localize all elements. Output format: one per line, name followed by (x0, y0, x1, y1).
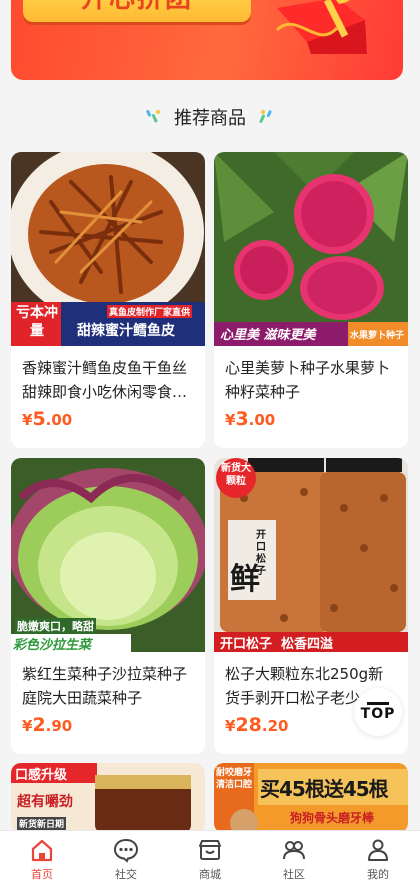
tab-community[interactable]: 社区 (252, 831, 336, 884)
product-badge: 口感升级 (15, 768, 68, 783)
product-tag: 超有嚼劲 (17, 794, 73, 810)
product-card[interactable]: 亏本冲量 真鱼皮制作厂家直供 甜辣蜜汁鳕鱼皮 香辣蜜汁鳕鱼皮鱼干鱼丝甜辣即食小吃… (11, 152, 205, 448)
price-decimal: .00 (45, 411, 73, 429)
community-icon (283, 841, 305, 860)
product-title: 心里美萝卜种子水果萝卜种籽菜种子 (225, 359, 391, 401)
price-integer: 2 (32, 714, 46, 736)
section-header: 推荐商品 (0, 104, 420, 130)
store-icon (199, 840, 221, 860)
price-integer: 28 (235, 714, 262, 736)
promo-banner-title-plate: 开心拼团 (23, 0, 251, 22)
tab-label: 社交 (115, 868, 137, 881)
product-tag: 脆嫩爽口，略甜 (15, 618, 96, 634)
product-badge: 新货大颗粒 (221, 463, 251, 487)
product-title: 香辣蜜汁鳕鱼皮鱼干鱼丝甜辣即食小吃休闲零食… (22, 359, 188, 401)
tab-profile[interactable]: 我的 (336, 831, 420, 884)
price-currency: ¥ (225, 717, 236, 735)
tab-social[interactable]: 社交 (84, 831, 168, 884)
price-decimal: .00 (248, 411, 276, 429)
person-icon (368, 839, 388, 861)
tab-label: 社区 (283, 868, 305, 881)
price-currency: ¥ (22, 411, 33, 429)
promo-banner-title: 开心拼团 (23, 0, 251, 12)
price-integer: 5 (32, 408, 46, 430)
chat-bubble-icon (113, 838, 139, 863)
product-card[interactable]: 脆嫩爽口，略甜 彩色沙拉生菜 紫红生菜种子沙拉菜种子庭院大田蔬菜种子 ¥2.90 (11, 458, 205, 754)
product-price: ¥3.00 (225, 408, 275, 430)
product-badge: 耐咬磨牙清洁口腔 (216, 768, 253, 790)
bottom-tab-bar: 首页 社交 商城 社区 我的 (0, 830, 420, 884)
price-decimal: .90 (45, 717, 73, 735)
price-currency: ¥ (22, 717, 33, 735)
product-caption: 买45根送45根 (260, 777, 389, 801)
product-price: ¥5.00 (22, 408, 72, 430)
back-to-top-button[interactable]: TOP (354, 688, 402, 736)
arrow-up-bar-icon (367, 702, 389, 705)
product-badge: 亏本冲量 (16, 305, 58, 339)
promo-banner[interactable]: 开心拼团 (11, 0, 403, 80)
product-price: ¥2.90 (22, 714, 72, 736)
product-tag: 水果萝卜种子 (350, 331, 405, 341)
product-card[interactable]: 口感升级 超有嚼劲 新货新日期 (11, 763, 205, 833)
tab-home[interactable]: 首页 (0, 831, 84, 884)
tab-label: 首页 (31, 868, 53, 881)
product-caption: 甜辣蜜汁鳕鱼皮 (77, 323, 175, 339)
product-caption: 彩色沙拉生菜 (13, 638, 92, 653)
product-price: ¥28.20 (225, 714, 288, 736)
back-to-top-label: TOP (360, 706, 396, 722)
product-image-radish (214, 152, 408, 346)
sparkle-left-icon (146, 109, 160, 123)
gift-box-icon (275, 0, 367, 54)
product-tag: 真鱼皮制作厂家直供 (107, 305, 193, 318)
sparkle-right-icon (259, 110, 272, 123)
product-title: 紫红生菜种子沙拉菜种子庭院大田蔬菜种子 (22, 665, 188, 707)
tab-label: 商城 (199, 868, 221, 881)
tab-mall[interactable]: 商城 (168, 831, 252, 884)
home-icon (31, 839, 53, 862)
product-date: 新货新日期 (17, 817, 67, 830)
product-fresh-mark: 鲜 (230, 562, 260, 597)
product-caption: 开口松子 松香四溢 (220, 637, 334, 652)
product-caption: 心里美 滋味更美 (220, 328, 316, 343)
section-title: 推荐商品 (174, 108, 246, 129)
price-currency: ¥ (225, 411, 236, 429)
product-tag: 狗狗骨头磨牙棒 (290, 811, 375, 825)
price-integer: 3 (235, 408, 249, 430)
tab-label: 我的 (367, 868, 389, 881)
product-card[interactable]: 心里美 滋味更美 水果萝卜种子 心里美萝卜种子水果萝卜种籽菜种子 ¥3.00 (214, 152, 408, 448)
price-decimal: .20 (261, 717, 289, 735)
product-card[interactable]: 耐咬磨牙清洁口腔 买45根送45根 狗狗骨头磨牙棒 (214, 763, 408, 833)
